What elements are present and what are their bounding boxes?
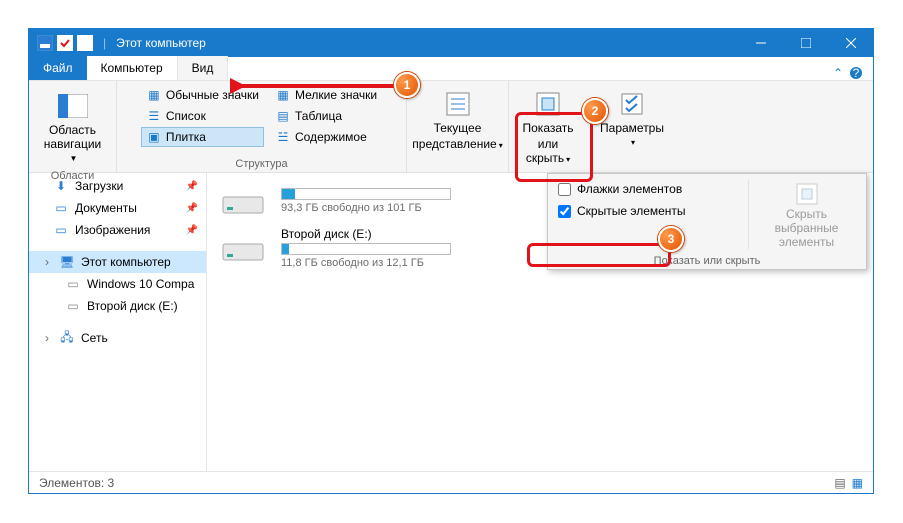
list-icon: ☰ [146,108,162,124]
titlebar: | Этот компьютер [29,29,873,57]
show-hide-button[interactable]: Показать или скрыть▾ [516,83,581,170]
quick-access-toolbar: | [37,35,112,51]
annotation-arrow [230,74,400,98]
pin-icon: 📌 [186,181,198,192]
checkbox[interactable] [558,205,571,218]
chevron-down-icon: ▾ [499,141,503,150]
drive-free-space: 11,8 ГБ свободно из 12,1 ГБ [281,257,451,269]
chevron-right-icon: › [45,255,53,269]
app-icon [37,35,53,51]
callout-2: 2 [582,98,608,124]
chevron-down-icon: ▾ [566,155,570,164]
show-hide-dropdown: Флажки элементов Скрытые элементы Скрыть… [547,173,867,270]
download-icon: ⬇ [53,178,69,194]
view-tiles-icon[interactable]: ▦ [852,476,863,490]
item-count: Элементов: 3 [39,476,114,490]
qat-item-1[interactable] [57,35,73,51]
tab-computer[interactable]: Компьютер [87,56,178,80]
navigation-pane: ⬇Загрузки📌 ▭Документы📌 ▭Изображения📌 ›🖥Э… [29,173,207,471]
svg-text:?: ? [853,66,860,80]
current-view-icon [442,88,474,120]
content-icon: ☱ [275,129,291,145]
statusbar: Элементов: 3 ▤ ▦ [29,471,873,493]
options-icon [616,88,648,120]
close-button[interactable] [828,29,873,57]
chevron-down-icon: ▼ [70,154,78,163]
hide-selected-button[interactable]: Скрыть выбранные элементы [748,180,858,249]
drive-free-space: 93,3 ГБ свободно из 101 ГБ [281,202,451,214]
window-title: Этот компьютер [116,36,206,50]
navigation-pane-icon [57,90,89,122]
pin-icon: 📌 [186,225,198,236]
hide-selected-icon [793,180,821,208]
checkbox-hidden-items[interactable]: Скрытые элементы [556,202,748,220]
navigation-pane-label: Область навигации [44,124,101,152]
layout-table[interactable]: ▤Таблица [270,106,382,126]
nav-drive-e[interactable]: ▭Второй диск (E:) [29,295,206,317]
drive-icon [219,230,267,266]
callout-3: 3 [658,226,684,252]
minimize-button[interactable] [738,29,783,57]
callout-1: 1 [394,72,420,98]
file-list: 93,3 ГБ свободно из 101 ГБ Второй диск (… [207,173,873,471]
tiles-icon: ▣ [146,129,162,145]
tab-view[interactable]: Вид [178,56,229,80]
qat-item-2[interactable] [77,35,93,51]
drive-icon: ▭ [65,298,81,314]
drive-icon: ▭ [65,276,81,292]
view-details-icon[interactable]: ▤ [834,476,845,490]
qat-separator: | [103,36,106,50]
pc-icon: 🖥 [59,254,75,270]
current-view-button[interactable]: Текущее представление▾ [405,83,509,157]
drive-usage-bar [281,243,451,255]
layout-tiles[interactable]: ▣Плитка [141,127,264,147]
ribbon-group-layout: Структура [235,156,287,172]
pictures-icon: ▭ [53,222,69,238]
help-icon[interactable]: ? [849,66,863,80]
network-icon: 🖧 [59,330,75,346]
nav-pictures[interactable]: ▭Изображения📌 [29,219,206,241]
navigation-pane-button[interactable]: Область навигации ▼ [37,85,108,168]
drive-name: Второй диск (E:) [281,227,451,241]
table-icon: ▤ [275,108,291,124]
nav-documents[interactable]: ▭Документы📌 [29,197,206,219]
checkbox[interactable] [558,183,571,196]
window-controls [738,29,873,57]
chevron-down-icon: ▾ [631,138,635,147]
nav-win10-drive[interactable]: ▭Windows 10 Compa [29,273,206,295]
grid-icon: ▦ [146,87,162,103]
pin-icon: 📌 [186,203,198,214]
document-icon: ▭ [53,200,69,216]
show-hide-icon [532,88,564,120]
ribbon-collapse-icon[interactable]: ⌃ [833,66,843,80]
nav-network[interactable]: ›🖧Сеть [29,327,206,349]
layout-list[interactable]: ☰Список [141,106,264,126]
checkbox-item-flags[interactable]: Флажки элементов [556,180,748,198]
ribbon: Область навигации ▼ Области ▦Обычные зна… [29,81,873,173]
drive-usage-bar [281,188,451,200]
ribbon-tabstrip: Файл Компьютер Вид ⌃ ? [29,57,873,81]
content-area: ⬇Загрузки📌 ▭Документы📌 ▭Изображения📌 ›🖥Э… [29,173,873,471]
maximize-button[interactable] [783,29,828,57]
nav-this-pc[interactable]: ›🖥Этот компьютер [29,251,206,273]
nav-downloads[interactable]: ⬇Загрузки📌 [29,175,206,197]
dropdown-group-label: Показать или скрыть [548,255,866,267]
tab-file[interactable]: Файл [29,56,87,80]
drive-icon [219,183,267,219]
explorer-window: | Этот компьютер Файл Компьютер Вид ⌃ ? … [28,28,874,494]
layout-content[interactable]: ☱Содержимое [270,127,382,147]
chevron-right-icon: › [45,331,53,345]
